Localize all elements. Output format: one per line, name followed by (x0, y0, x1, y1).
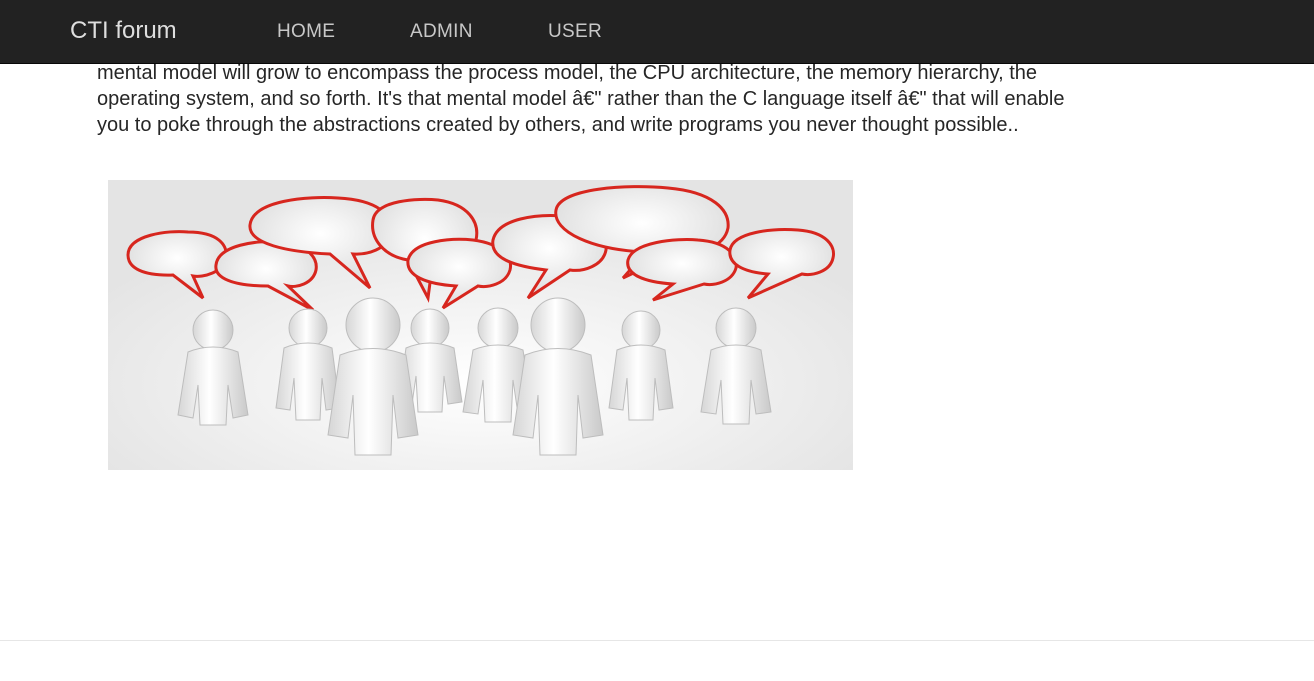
nav-admin-link[interactable]: ADMIN (410, 21, 473, 43)
brand-link[interactable]: CTI forum (70, 16, 177, 46)
discussion-illustration (108, 180, 853, 470)
article-paragraph: mental model will grow to encompass the … (97, 62, 1065, 136)
footer-divider (0, 640, 1314, 641)
nav-user-link[interactable]: USER (548, 21, 602, 43)
main-content: mental model will grow to encompass the … (97, 60, 1097, 138)
top-navbar: CTI forum HOME ADMIN USER (0, 0, 1314, 64)
nav-home-link[interactable]: HOME (277, 21, 335, 43)
people-speech-bubbles-image (108, 180, 853, 470)
